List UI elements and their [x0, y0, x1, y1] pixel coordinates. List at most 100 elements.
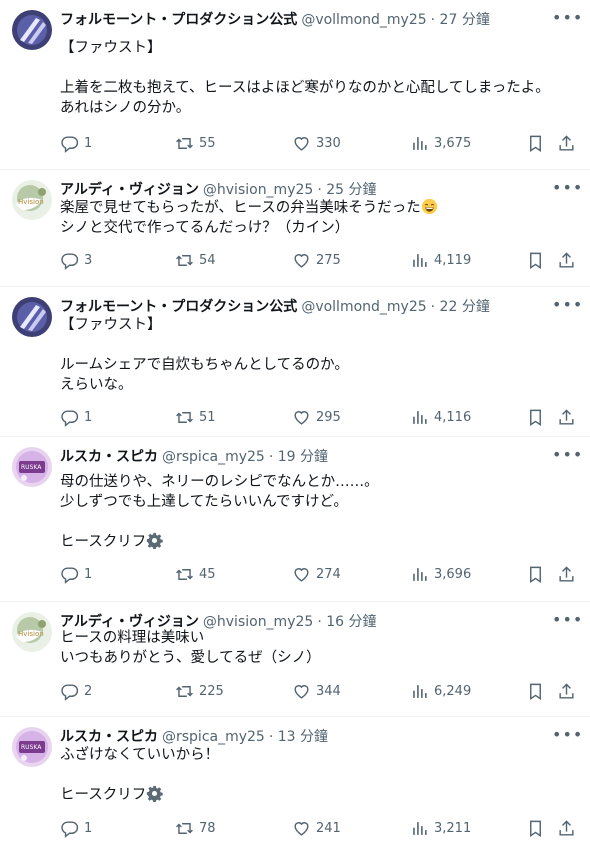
like-button[interactable]: 241 — [292, 816, 341, 840]
avatar[interactable]: Hvision — [12, 612, 52, 652]
tweet-line: ヒースクリフ — [60, 787, 147, 803]
share-button[interactable] — [557, 562, 576, 586]
author-name[interactable]: フォルモーント・プロダクション公式 — [60, 12, 297, 28]
share-button[interactable] — [557, 405, 576, 429]
retweet-button[interactable]: 54 — [175, 248, 216, 272]
author-handle[interactable]: @vollmond_my25 — [301, 12, 426, 28]
tweet-text: 楽屋で見せてもらったが、ヒースの弁当美味そうだった シノと交代で作ってるんだっけ… — [60, 198, 574, 238]
bookmark-button[interactable] — [526, 405, 545, 429]
timestamp[interactable]: · 27 分鐘 — [431, 12, 490, 28]
like-button[interactable]: 275 — [292, 248, 341, 272]
avatar[interactable]: RUSKA — [12, 727, 52, 767]
tweet-line: 母の仕送りや、ネリーのレシピでなんとか……。 — [60, 474, 379, 490]
retweet-button[interactable]: 51 — [175, 405, 216, 429]
views-icon — [413, 136, 427, 150]
reply-count: 2 — [84, 683, 93, 699]
bookmark-button[interactable] — [526, 816, 545, 840]
tweet[interactable]: フォルモーント・プロダクション公式 @vollmond_my25 · 27 分鐘 •… — [0, 0, 590, 170]
share-icon — [559, 682, 574, 699]
bookmark-icon — [530, 566, 541, 583]
tweet-line: 楽屋で見せてもらったが、ヒースの弁当美味そうだった — [60, 200, 421, 216]
timestamp[interactable]: · 19 分鐘 — [269, 449, 328, 465]
tweet[interactable]: Hvision アルディ・ヴィジョン @hvision_my25 · 16 分鐘 •… — [0, 602, 590, 717]
reply-button[interactable]: 1 — [60, 405, 92, 429]
like-icon — [294, 684, 309, 699]
svg-text:Hvision: Hvision — [18, 630, 44, 638]
avatar[interactable]: Hvision — [12, 180, 52, 220]
timestamp[interactable]: · 25 分鐘 — [317, 182, 376, 198]
bookmark-button[interactable] — [526, 562, 545, 586]
like-icon — [294, 567, 309, 582]
gear-icon — [147, 532, 164, 549]
author-handle[interactable]: @hvision_my25 — [203, 182, 313, 198]
share-button[interactable] — [557, 131, 576, 155]
retweet-button[interactable]: 225 — [175, 679, 224, 703]
like-button[interactable]: 274 — [292, 562, 341, 586]
author-name[interactable]: アルディ・ヴィジョン — [60, 182, 199, 198]
tweet[interactable]: RUSKA ルスカ・スピカ @rspica_my25 · 13 分鐘 ••• ふざけ… — [0, 717, 590, 847]
timestamp[interactable]: · 22 分鐘 — [431, 299, 490, 315]
retweet-icon — [176, 254, 193, 266]
avatar[interactable] — [12, 297, 52, 337]
retweet-button[interactable]: 45 — [175, 562, 216, 586]
reply-button[interactable]: 3 — [60, 248, 92, 272]
share-button[interactable] — [557, 679, 576, 703]
reply-button[interactable]: 1 — [60, 562, 92, 586]
bookmark-button[interactable] — [526, 248, 545, 272]
tweet[interactable]: RUSKA ルスカ・スピカ @rspica_my25 · 19 分鐘 ••• 母の仕… — [0, 437, 590, 602]
like-button[interactable]: 344 — [292, 679, 341, 703]
tweet[interactable]: Hvision アルディ・ヴィジョン @hvision_my25 · 25 分鐘 •… — [0, 170, 590, 287]
tweet-line: 上着を二枚も抱えて、ヒースはよほど寒がりなのかと心配してしまったよ。 — [60, 80, 550, 96]
retweet-button[interactable]: 55 — [175, 131, 216, 155]
reply-icon — [61, 566, 79, 584]
share-icon — [559, 134, 574, 151]
like-button[interactable]: 330 — [292, 131, 341, 155]
reply-button[interactable]: 1 — [60, 816, 92, 840]
view-count: 4,119 — [434, 252, 472, 268]
more-icon[interactable]: ••• — [552, 8, 582, 32]
author-handle[interactable]: @rspica_my25 — [162, 729, 265, 745]
retweet-button[interactable]: 78 — [175, 816, 216, 840]
avatar[interactable] — [12, 10, 52, 50]
share-icon — [559, 819, 574, 836]
tweet-line: 【ファウスト】 — [60, 40, 162, 56]
views-icon — [413, 567, 427, 581]
reply-count: 3 — [84, 252, 93, 268]
bookmark-button[interactable] — [526, 679, 545, 703]
reply-count: 1 — [84, 135, 93, 151]
tweet-text: ふざけなくていいから！ ヒースクリフ — [60, 745, 574, 805]
tweet-line: シノと交代で作ってるんだっけ？（カイン） — [60, 220, 350, 236]
bookmark-icon — [530, 820, 541, 837]
reply-button[interactable]: 2 — [60, 679, 92, 703]
views-button[interactable]: 6,249 — [410, 679, 471, 703]
tweet-line-with-gear: ヒースクリフ — [60, 785, 574, 805]
retweet-count: 51 — [199, 409, 216, 425]
tweet-line: いつもありがとう、愛してるぜ（シノ） — [60, 650, 321, 666]
timestamp[interactable]: · 13 分鐘 — [269, 729, 328, 745]
views-button[interactable]: 3,211 — [410, 816, 471, 840]
views-button[interactable]: 3,675 — [410, 131, 471, 155]
reply-icon — [61, 135, 79, 153]
share-button[interactable] — [557, 248, 576, 272]
author-handle[interactable]: @vollmond_my25 — [301, 299, 426, 315]
author-name[interactable]: ルスカ・スピカ — [60, 449, 158, 465]
avatar[interactable]: RUSKA — [12, 447, 52, 487]
author-name[interactable]: ルスカ・スピカ — [60, 729, 158, 745]
views-button[interactable]: 3,696 — [410, 562, 471, 586]
like-button[interactable]: 295 — [292, 405, 341, 429]
svg-text:RUSKA: RUSKA — [21, 744, 42, 751]
retweet-icon — [176, 411, 193, 423]
retweet-count: 225 — [199, 683, 224, 699]
retweet-icon — [176, 568, 193, 580]
reply-button[interactable]: 1 — [60, 131, 92, 155]
author-handle[interactable]: @rspica_my25 — [162, 449, 265, 465]
author-name[interactable]: フォルモーント・プロダクション公式 — [60, 299, 297, 315]
bookmark-button[interactable] — [526, 131, 545, 155]
like-icon — [294, 821, 309, 836]
more-icon[interactable]: ••• — [552, 445, 582, 469]
share-button[interactable] — [557, 816, 576, 840]
views-button[interactable]: 4,116 — [410, 405, 471, 429]
retweet-icon — [176, 685, 193, 697]
tweet[interactable]: フォルモーント・プロダクション公式 @vollmond_my25 · 22 分鐘 •… — [0, 287, 590, 437]
views-button[interactable]: 4,119 — [410, 248, 471, 272]
